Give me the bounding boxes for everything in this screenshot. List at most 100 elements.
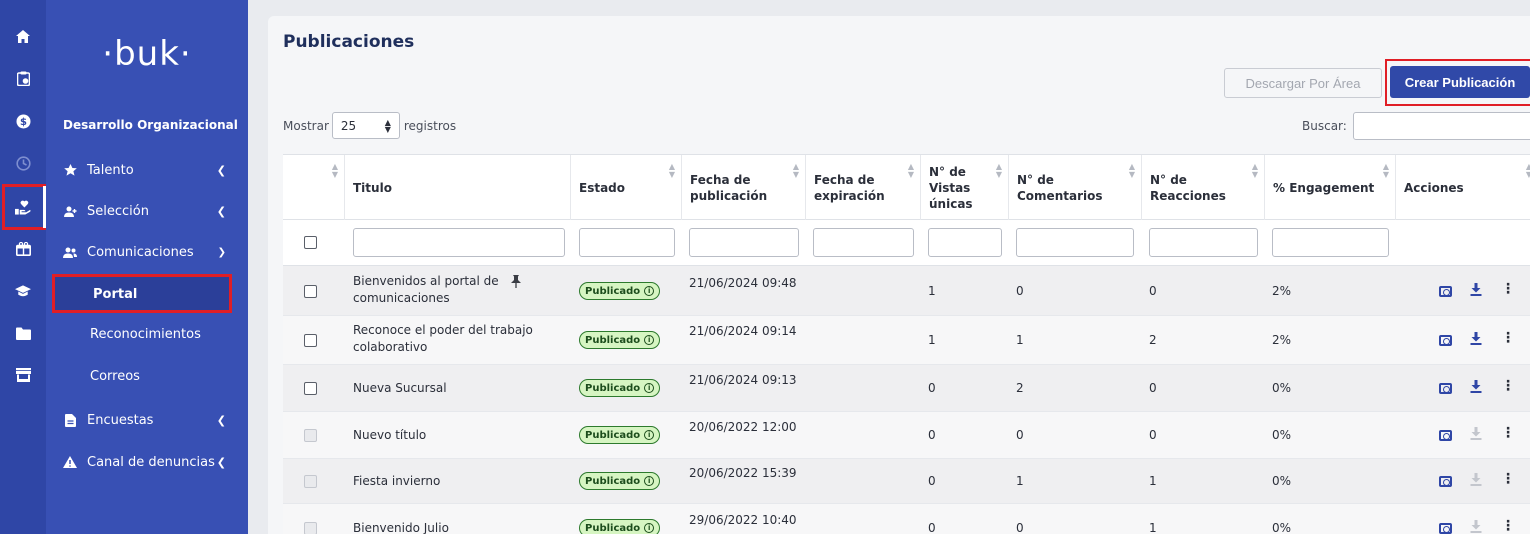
- cell-titulo[interactable]: Reconoce el poder del trabajo colaborati…: [353, 322, 533, 356]
- cell-fecha-publicacion: 21/06/2024 09:13: [689, 373, 797, 387]
- dollar-icon[interactable]: $: [0, 101, 46, 141]
- sidebar-subitem-correos[interactable]: Correos: [90, 369, 140, 384]
- column-header-engagement[interactable]: % Engagement ▲ ▼: [1265, 155, 1396, 221]
- column-header-label: N° de Comentarios: [1017, 173, 1103, 203]
- table-row[interactable]: Fiesta invierno Publicado i 20/06/2022 15…: [283, 459, 1530, 504]
- create-publication-button[interactable]: Crear Publicación: [1390, 66, 1530, 98]
- column-header-acciones: Acciones ▲ ▼: [1396, 155, 1530, 221]
- status-badge-label: Publicado: [585, 475, 641, 487]
- download-icon[interactable]: [1469, 331, 1483, 345]
- info-icon: i: [644, 476, 655, 486]
- column-header-vistas[interactable]: N° de Vistas únicas ▲ ▼: [921, 155, 1009, 221]
- cell-vistas: 0: [928, 474, 936, 488]
- filter-fecha-publicacion-input[interactable]: [689, 228, 799, 257]
- more-options-icon[interactable]: ⋮: [1501, 519, 1515, 533]
- people-icon: [63, 247, 77, 258]
- search-control: Buscar:: [1302, 112, 1530, 140]
- column-header-fecha-expiracion[interactable]: Fecha de expiración ▲ ▼: [806, 155, 921, 221]
- sidebar-subitem-reconocimientos[interactable]: Reconocimientos: [90, 327, 201, 342]
- cell-engagement: 0%: [1272, 381, 1292, 395]
- sidebar-subitem-label: Portal: [93, 287, 138, 302]
- view-icon[interactable]: [1438, 474, 1452, 488]
- page-length-control: Mostrar 25 ▲ ▼ registros: [283, 112, 456, 139]
- cell-titulo[interactable]: Bienvenidos al portal de comunicaciones: [353, 273, 503, 307]
- table-row[interactable]: Nueva Sucursal Publicado i 21/06/2024 09:…: [283, 365, 1530, 412]
- sidebar-item-talento[interactable]: Talento ❮: [46, 154, 248, 186]
- more-options-icon[interactable]: ⋮: [1501, 331, 1515, 345]
- column-header-select[interactable]: ▲ ▼: [283, 155, 345, 221]
- column-header-estado[interactable]: Estado ▲ ▼: [571, 155, 682, 221]
- chevron-left-icon: ❮: [216, 163, 226, 177]
- cell-reacciones: 0: [1149, 284, 1157, 298]
- row-checkbox[interactable]: [304, 382, 317, 395]
- view-icon[interactable]: [1438, 333, 1452, 347]
- gift-icon[interactable]: [0, 229, 46, 269]
- sidebar-subitem-portal[interactable]: Portal: [52, 274, 232, 313]
- filter-comentarios-input[interactable]: [1016, 228, 1134, 257]
- view-icon[interactable]: [1438, 381, 1452, 395]
- clock-icon[interactable]: [0, 143, 46, 183]
- page-length-select[interactable]: 25 ▲ ▼: [331, 112, 400, 139]
- cell-comentarios: 1: [1016, 333, 1024, 347]
- cell-titulo[interactable]: Bienvenido Julio: [353, 520, 449, 534]
- buk-logo[interactable]: ·buk·: [46, 34, 248, 74]
- cell-reacciones: 0: [1149, 381, 1157, 395]
- row-checkbox[interactable]: [304, 285, 317, 298]
- status-badge: Publicado i: [579, 282, 661, 300]
- download-icon[interactable]: [1469, 282, 1483, 296]
- status-badge-label: Publicado: [585, 522, 641, 534]
- column-header-label: % Engagement: [1273, 181, 1375, 195]
- sidebar-item-label: Selección: [87, 203, 149, 219]
- table-header: ▲ ▼ Titulo Estado ▲ ▼ Fecha de publicación ▲…: [283, 154, 1530, 221]
- sort-icon: ▲ ▼: [331, 162, 338, 179]
- search-input[interactable]: [1352, 112, 1530, 140]
- sidebar-item-canal-denuncias[interactable]: Canal de denuncias ❮: [46, 446, 248, 478]
- cell-titulo[interactable]: Fiesta invierno: [353, 473, 440, 490]
- view-icon[interactable]: [1438, 521, 1452, 534]
- user-plus-icon: [63, 206, 77, 217]
- more-options-icon[interactable]: ⋮: [1501, 426, 1515, 440]
- sidebar-item-comunicaciones[interactable]: Comunicaciones ❯: [46, 236, 248, 268]
- cell-engagement: 2%: [1272, 333, 1292, 347]
- select-all-checkbox[interactable]: [304, 236, 317, 249]
- home-icon[interactable]: [0, 16, 46, 56]
- cell-titulo[interactable]: Nuevo título: [353, 427, 426, 444]
- download-by-area-button[interactable]: Descargar Por Área: [1224, 68, 1382, 98]
- table-row[interactable]: Reconoce el poder del trabajo colaborati…: [283, 316, 1530, 365]
- table-row[interactable]: Bienvenido Julio Publicado i 29/06/2022 1…: [283, 504, 1530, 534]
- sidebar-item-seleccion[interactable]: Selección ❮: [46, 195, 248, 227]
- view-icon[interactable]: [1438, 428, 1452, 442]
- graduation-cap-icon[interactable]: [0, 271, 46, 311]
- cell-comentarios: 2: [1016, 381, 1024, 395]
- download-icon[interactable]: [1469, 379, 1483, 393]
- clipboard-clock-icon[interactable]: [0, 58, 46, 98]
- filter-estado-input[interactable]: [579, 228, 675, 257]
- star-icon: [63, 164, 77, 176]
- view-icon[interactable]: [1438, 284, 1452, 298]
- more-options-icon[interactable]: ⋮: [1501, 379, 1515, 393]
- publications-table: ▲ ▼ Titulo Estado ▲ ▼ Fecha de publicación ▲…: [283, 154, 1530, 534]
- status-badge-label: Publicado: [585, 334, 641, 346]
- filter-titulo-input[interactable]: [353, 228, 565, 257]
- column-header-comentarios[interactable]: N° de Comentarios ▲ ▼: [1009, 155, 1142, 221]
- more-options-icon[interactable]: ⋮: [1501, 282, 1515, 296]
- column-header-fecha-publicacion[interactable]: Fecha de publicación ▲ ▼: [682, 155, 806, 221]
- active-module-highlight: [2, 184, 46, 230]
- table-row[interactable]: Nuevo título Publicado i 20/06/2022 12:00…: [283, 412, 1530, 459]
- page-length-value: 25: [340, 118, 357, 133]
- sort-icon: ▲ ▼: [668, 162, 675, 179]
- cell-titulo[interactable]: Nueva Sucursal: [353, 380, 447, 397]
- more-options-icon[interactable]: ⋮: [1501, 472, 1515, 486]
- table-row[interactable]: Bienvenidos al portal de comunicaciones …: [283, 266, 1530, 316]
- filter-fecha-expiracion-input[interactable]: [813, 228, 914, 257]
- folder-icon[interactable]: [0, 313, 46, 353]
- sidebar-item-encuestas[interactable]: Encuestas ❮: [46, 404, 248, 436]
- row-checkbox[interactable]: [304, 334, 317, 347]
- column-header-label: Titulo: [353, 181, 392, 195]
- column-header-reacciones[interactable]: N° de Reacciones ▲ ▼: [1142, 155, 1265, 221]
- store-icon[interactable]: [0, 355, 46, 395]
- column-header-titulo[interactable]: Titulo: [345, 155, 571, 221]
- filter-engagement-input[interactable]: [1272, 228, 1389, 257]
- filter-vistas-input[interactable]: [928, 228, 1002, 257]
- filter-reacciones-input[interactable]: [1149, 228, 1258, 257]
